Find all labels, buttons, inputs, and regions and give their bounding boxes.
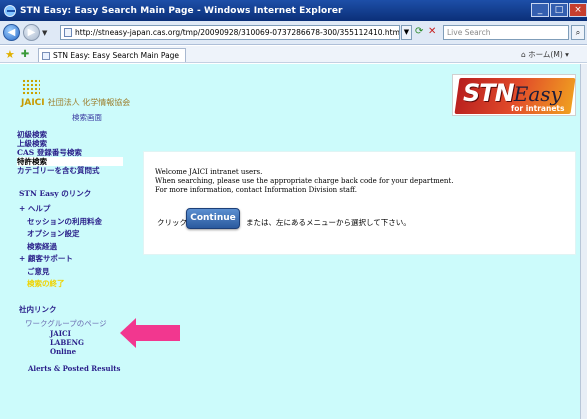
search-icon[interactable]: ⌕ <box>571 25 585 40</box>
link-customer-support[interactable]: + 顧客サポート <box>19 253 102 266</box>
favorites-star-icon[interactable]: ★ <box>5 48 15 61</box>
screen-label: 検索画面 <box>72 113 102 122</box>
intranet-header: 社内リンク <box>19 305 57 314</box>
jaici-logo-icon <box>22 79 40 95</box>
welcome-line-1: Welcome JAICI intranet users. <box>155 168 263 176</box>
close-button[interactable]: × <box>569 3 587 17</box>
forward-button[interactable]: ▶ <box>23 24 40 41</box>
url-text: http://stneasy-japan.cas.org/tmp/2009092… <box>75 28 400 37</box>
link-jaici[interactable]: JAICI <box>19 329 120 338</box>
window-controls: _ □ × <box>530 3 587 17</box>
page-content: JAICI 社団法人 化学情報協会 検索画面 初級検索 上級検索 CAS 登録番… <box>0 64 587 419</box>
maximize-button[interactable]: □ <box>550 3 568 17</box>
link-session-charges[interactable]: セッションの利用料金 <box>19 216 102 229</box>
continue-button[interactable]: Continue <box>186 208 240 229</box>
link-feedback[interactable]: ご意見 <box>19 266 102 279</box>
ie-logo-icon <box>4 4 16 17</box>
tab-page-icon <box>42 52 50 60</box>
favorites-bar: ★ ✚ STN Easy: Easy Search Main Page ⌂ ホー… <box>0 46 587 63</box>
link-search-history[interactable]: 検索経過 <box>19 241 102 254</box>
search-menu: 初級検索 上級検索 CAS 登録番号検索 特許検索 カテゴリーを含む質問式 <box>17 130 123 175</box>
intranet-links: 社内リンク ワークグループのページ JAICI LABENG Online Al… <box>19 304 120 373</box>
welcome-panel: Welcome JAICI intranet users. When searc… <box>143 151 576 255</box>
stop-icon[interactable]: ✕ <box>428 26 436 37</box>
window-title-bar: STN Easy: Easy Search Main Page - Window… <box>0 0 587 21</box>
click-suffix: または、左にあるメニューから選択して下さい。 <box>246 218 411 227</box>
link-help[interactable]: + ヘルプ <box>19 203 102 216</box>
tab-title: STN Easy: Easy Search Main Page <box>53 51 180 60</box>
browser-tab[interactable]: STN Easy: Easy Search Main Page <box>38 48 187 62</box>
click-prefix: クリック <box>157 218 187 227</box>
link-alerts-posted-results[interactable]: Alerts & Posted Results <box>19 364 120 373</box>
menu-category-query[interactable]: カテゴリーを含む質問式 <box>17 166 123 175</box>
address-toolbar: ◀ ▶ ▼ http://stneasy-japan.cas.org/tmp/2… <box>0 21 587 45</box>
history-dropdown-icon[interactable]: ▼ <box>42 29 47 37</box>
logo-stn: STN <box>463 79 515 107</box>
menu-patent-search[interactable]: 特許検索 <box>17 157 123 166</box>
page-icon <box>64 28 72 37</box>
logo-tagline: for intranets <box>511 104 565 113</box>
home-button[interactable]: ⌂ ホーム(M) ▾ <box>521 49 569 60</box>
logo-easy: Easy <box>513 82 562 106</box>
menu-basic-search[interactable]: 初級検索 <box>17 130 123 139</box>
link-workgroup-page[interactable]: ワークグループのページ <box>19 318 120 329</box>
minimize-button[interactable]: _ <box>531 3 549 17</box>
add-favorites-icon[interactable]: ✚ <box>21 49 29 60</box>
vertical-scrollbar[interactable] <box>580 64 587 419</box>
stn-easy-logo: STNEasy for intranets <box>452 74 576 116</box>
org-name-jaici: JAICI <box>21 98 45 108</box>
address-dropdown-button[interactable]: ▼ <box>401 25 412 40</box>
address-input[interactable]: http://stneasy-japan.cas.org/tmp/2009092… <box>60 25 400 40</box>
welcome-text: Welcome JAICI intranet users. When searc… <box>155 168 453 195</box>
menu-cas-number-search[interactable]: CAS 登録番号検索 <box>17 148 123 157</box>
link-options[interactable]: オプション設定 <box>19 228 102 241</box>
window-title: STN Easy: Easy Search Main Page - Window… <box>20 5 343 16</box>
menu-advanced-search[interactable]: 上級検索 <box>17 139 123 148</box>
stn-links-header: STN Easy のリンク <box>19 189 92 198</box>
live-search-input[interactable]: Live Search <box>443 25 569 40</box>
org-name: JAICI 社団法人 化学情報協会 <box>21 97 130 108</box>
stn-easy-links: STN Easy のリンク + ヘルプ セッションの利用料金 オプション設定 検… <box>19 188 102 291</box>
link-labeng[interactable]: LABENG <box>19 338 120 347</box>
back-button[interactable]: ◀ <box>3 24 20 41</box>
org-name-japanese: 社団法人 化学情報協会 <box>47 98 131 107</box>
logo-stn-text: STNEasy <box>463 79 562 107</box>
home-label: ホーム(M) <box>528 50 563 59</box>
link-end-search[interactable]: 検索の終了 <box>19 278 102 291</box>
welcome-line-3: For more information, contact Informatio… <box>155 186 357 194</box>
refresh-icon[interactable]: ⟳ <box>415 26 423 37</box>
welcome-line-2: When searching, please use the appropria… <box>155 177 454 185</box>
link-online[interactable]: Online <box>19 347 120 356</box>
pink-arrow-icon <box>120 318 180 348</box>
